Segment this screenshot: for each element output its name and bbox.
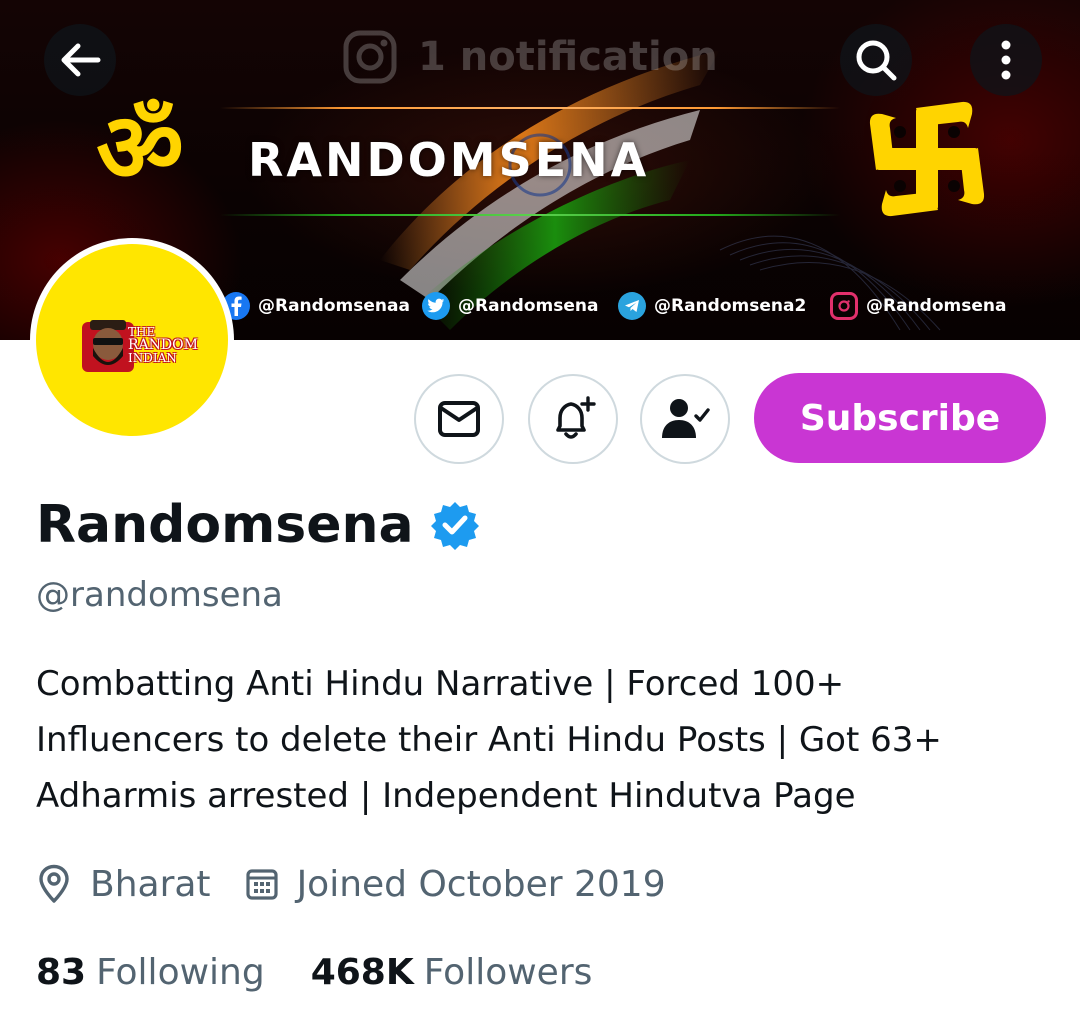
mail-icon xyxy=(438,401,480,437)
person-check-icon xyxy=(662,399,710,438)
verified-badge-icon[interactable] xyxy=(430,500,480,550)
message-button[interactable] xyxy=(414,374,504,464)
social-handle-telegram: @Randomsena2 xyxy=(654,296,807,316)
banner-saffron-line xyxy=(220,107,840,109)
calendar-icon xyxy=(245,869,278,900)
notification-overlay[interactable]: 1 notification xyxy=(342,28,718,86)
social-handle-facebook: @Randomsenaa xyxy=(258,296,410,316)
followers-count: 468K xyxy=(310,951,414,993)
instagram-icon xyxy=(830,292,858,320)
swastika-icon xyxy=(869,101,985,217)
bio-line: Influencers to delete their Anti Hindu P… xyxy=(36,720,942,760)
avatar-logo-text: THE RANDOM INDIAN xyxy=(128,325,198,365)
avatar-image: THE RANDOM INDIAN xyxy=(36,244,228,436)
search-button[interactable] xyxy=(840,24,912,96)
search-icon xyxy=(856,40,897,81)
social-handle-instagram: @Randomsena xyxy=(866,296,1007,316)
more-vertical-icon xyxy=(1001,40,1011,80)
banner-green-line xyxy=(220,214,840,216)
social-handle-twitter: @Randomsena xyxy=(458,296,599,316)
location-text: Bharat xyxy=(90,863,211,905)
profile-meta: Bharat Joined October 2019 xyxy=(36,856,700,912)
following-label: Following xyxy=(96,951,265,993)
subscribe-button[interactable]: Subscribe xyxy=(754,373,1046,463)
social-facebook: @Randomsenaa xyxy=(222,287,410,325)
following-stat[interactable]: 83 Following xyxy=(36,952,265,993)
display-name-row: Randomsena xyxy=(36,490,480,560)
banner-brand-text: RANDOMSENA xyxy=(248,133,650,187)
notification-text: 1 notification xyxy=(418,34,718,80)
profile-handle: @randomsena xyxy=(36,575,283,615)
location-pin-icon xyxy=(39,864,69,903)
joined-item: Joined October 2019 xyxy=(245,864,666,905)
location-item: Bharat xyxy=(36,864,211,905)
followers-stat[interactable]: 468K Followers xyxy=(311,952,593,993)
profile-bio: Combatting Anti Hindu Narrative | Forced… xyxy=(36,656,1066,824)
social-twitter: @Randomsena xyxy=(422,287,598,325)
instagram-outline-icon xyxy=(343,30,397,84)
following-button[interactable] xyxy=(640,374,730,464)
social-telegram: @Randomsena2 xyxy=(618,287,806,325)
following-count: 83 xyxy=(36,951,87,993)
notifications-toggle-button[interactable] xyxy=(528,374,618,464)
profile-stats: 83 Following 468K Followers xyxy=(36,944,638,1000)
arrow-left-icon xyxy=(61,43,101,77)
more-options-button[interactable] xyxy=(970,24,1042,96)
bio-line: Combatting Anti Hindu Narrative | Forced… xyxy=(36,664,845,704)
joined-text: Joined October 2019 xyxy=(296,863,666,905)
followers-label: Followers xyxy=(423,951,593,993)
display-name: Randomsena xyxy=(36,495,414,555)
bio-line: Adharmis arrested | Independent Hindutva… xyxy=(36,776,856,816)
social-instagram: @Randomsena xyxy=(830,287,1006,325)
telegram-icon xyxy=(618,292,646,320)
bell-plus-icon xyxy=(556,396,596,439)
back-button[interactable] xyxy=(44,24,116,96)
profile-avatar[interactable]: THE RANDOM INDIAN xyxy=(30,238,234,442)
om-icon: ॐ xyxy=(96,91,184,204)
twitter-bird-icon xyxy=(422,292,450,320)
